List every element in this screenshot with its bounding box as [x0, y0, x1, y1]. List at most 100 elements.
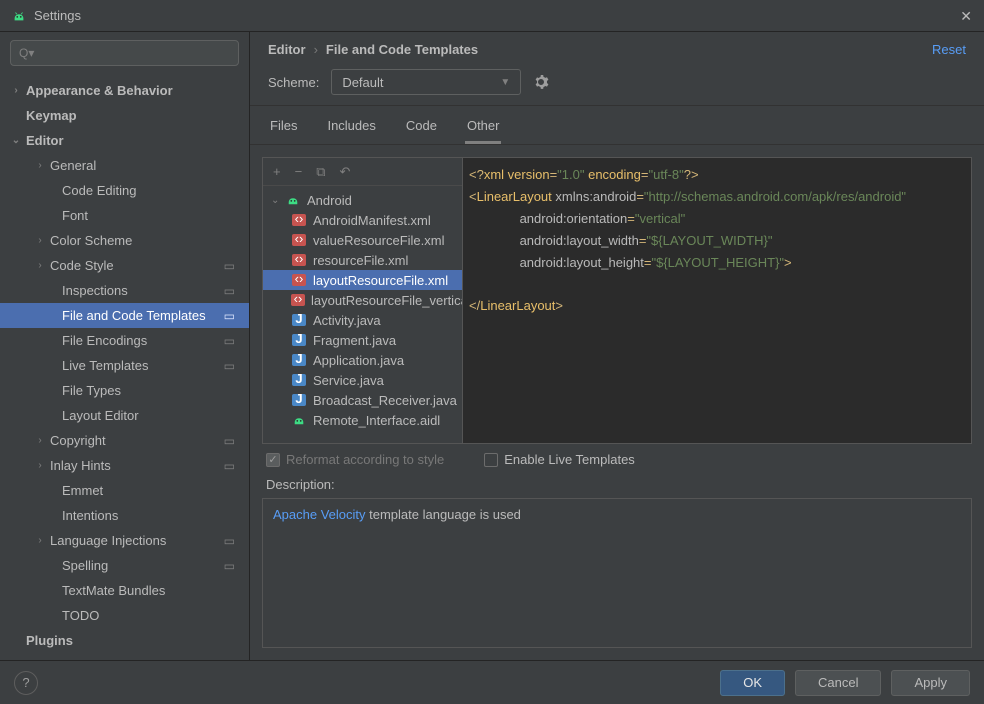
file-item-valueresourcefile-xml[interactable]: ‹›valueResourceFile.xml	[263, 230, 462, 250]
search-input[interactable]: Q▾	[10, 40, 239, 66]
titlebar: Settings ✕	[0, 0, 984, 32]
reformat-label: Reformat according to style	[286, 452, 444, 467]
breadcrumb-a: Editor	[268, 42, 306, 57]
add-icon[interactable]: +	[273, 164, 281, 179]
code-column: <?xml version="1.0" encoding="utf-8"?> <…	[462, 157, 972, 444]
sidebar-item-file-types[interactable]: File Types	[0, 378, 249, 403]
sidebar-item-language-injections[interactable]: ›Language Injections▭	[0, 528, 249, 553]
file-toolbar: + − ⧉ ↶	[263, 158, 462, 186]
livetpl-check[interactable]: Enable Live Templates	[484, 452, 635, 467]
sidebar-item-live-templates[interactable]: Live Templates▭	[0, 353, 249, 378]
search-row: Q▾	[0, 32, 249, 74]
file-item-application-java[interactable]: JApplication.java	[263, 350, 462, 370]
scheme-select[interactable]: Default ▼	[331, 69, 521, 95]
sidebar-item-plugins[interactable]: Plugins	[0, 628, 249, 653]
reset-link[interactable]: Reset	[932, 42, 966, 57]
svg-text:J: J	[295, 374, 302, 386]
file-item-remote-interface-aidl[interactable]: Remote_Interface.aidl	[263, 410, 462, 430]
cancel-button[interactable]: Cancel	[795, 670, 881, 696]
description-label: Description:	[262, 475, 972, 498]
sidebar: Q▾ ›Appearance & Behavior Keymap⌄Editor›…	[0, 32, 250, 660]
sidebar-item-general[interactable]: ›General	[0, 153, 249, 178]
content: Editor › File and Code Templates Reset S…	[250, 32, 984, 660]
close-icon[interactable]: ✕	[960, 8, 972, 25]
scheme-row: Scheme: Default ▼	[250, 63, 984, 106]
tab-other[interactable]: Other	[465, 112, 502, 144]
apply-button[interactable]: Apply	[891, 670, 970, 696]
tab-files[interactable]: Files	[268, 112, 299, 144]
sidebar-item-inspections[interactable]: Inspections▭	[0, 278, 249, 303]
sidebar-item-version-control[interactable]: ›Version Control▭	[0, 653, 249, 660]
sidebar-item-copyright[interactable]: ›Copyright▭	[0, 428, 249, 453]
sidebar-item-inlay-hints[interactable]: ›Inlay Hints▭	[0, 453, 249, 478]
svg-text:‹›: ‹›	[294, 294, 303, 306]
breadcrumb-b: File and Code Templates	[326, 42, 478, 57]
main: Q▾ ›Appearance & Behavior Keymap⌄Editor›…	[0, 32, 984, 660]
file-column: + − ⧉ ↶ ⌄Android‹›AndroidManifest.xml‹›v…	[262, 157, 462, 444]
breadcrumb: Editor › File and Code Templates	[268, 42, 478, 57]
file-item-layoutresourcefile-xml[interactable]: ‹›layoutResourceFile.xml	[263, 270, 462, 290]
scheme-label: Scheme:	[268, 75, 319, 90]
app-icon	[12, 9, 26, 23]
scheme-value: Default	[342, 75, 383, 90]
file-tree-root[interactable]: ⌄Android	[263, 190, 462, 210]
sidebar-item-todo[interactable]: TODO	[0, 603, 249, 628]
description-text: template language is used	[366, 507, 521, 522]
file-item-layoutresourcefile-vertical-xml[interactable]: ‹›layoutResourceFile_vertical.xml	[263, 290, 462, 310]
copy-icon[interactable]: ⧉	[316, 164, 325, 180]
undo-icon[interactable]: ↶	[339, 164, 350, 180]
file-item-broadcast-receiver-java[interactable]: JBroadcast_Receiver.java	[263, 390, 462, 410]
sidebar-item-font[interactable]: Font	[0, 203, 249, 228]
file-tree[interactable]: ⌄Android‹›AndroidManifest.xml‹›valueReso…	[263, 186, 462, 443]
panel: + − ⧉ ↶ ⌄Android‹›AndroidManifest.xml‹›v…	[250, 145, 984, 444]
tab-code[interactable]: Code	[404, 112, 439, 144]
file-item-fragment-java[interactable]: JFragment.java	[263, 330, 462, 350]
file-item-activity-java[interactable]: JActivity.java	[263, 310, 462, 330]
gear-icon[interactable]	[533, 74, 549, 90]
sidebar-item-textmate-bundles[interactable]: TextMate Bundles	[0, 578, 249, 603]
checkbox-icon	[484, 453, 498, 467]
svg-text:‹›: ‹›	[295, 254, 304, 266]
sidebar-item-color-scheme[interactable]: ›Color Scheme	[0, 228, 249, 253]
file-item-androidmanifest-xml[interactable]: ‹›AndroidManifest.xml	[263, 210, 462, 230]
svg-text:‹›: ‹›	[295, 274, 304, 286]
sidebar-item-code-style[interactable]: ›Code Style▭	[0, 253, 249, 278]
file-item-resourcefile-xml[interactable]: ‹›resourceFile.xml	[263, 250, 462, 270]
reformat-check[interactable]: ✓ Reformat according to style	[266, 452, 444, 467]
chevron-down-icon: ▼	[500, 77, 510, 88]
svg-text:J: J	[295, 314, 302, 326]
svg-text:J: J	[295, 394, 302, 406]
header: Editor › File and Code Templates Reset	[250, 32, 984, 63]
bottom-column: ✓ Reformat according to style Enable Liv…	[250, 444, 984, 660]
help-button[interactable]: ?	[14, 671, 38, 695]
checkbox-icon: ✓	[266, 453, 280, 467]
file-item-service-java[interactable]: JService.java	[263, 370, 462, 390]
svg-text:J: J	[295, 354, 302, 366]
sidebar-item-file-encodings[interactable]: File Encodings▭	[0, 328, 249, 353]
breadcrumb-sep: ›	[314, 42, 318, 57]
settings-tree[interactable]: ›Appearance & Behavior Keymap⌄Editor›Gen…	[0, 74, 249, 660]
velocity-link[interactable]: Apache Velocity	[273, 507, 366, 522]
search-icon: Q▾	[19, 46, 34, 60]
remove-icon[interactable]: −	[295, 164, 303, 179]
sidebar-item-editor[interactable]: ⌄Editor	[0, 128, 249, 153]
tabs: Files Includes Code Other	[250, 106, 984, 145]
code-editor[interactable]: <?xml version="1.0" encoding="utf-8"?> <…	[463, 158, 971, 443]
description-box: Apache Velocity template language is use…	[262, 498, 972, 648]
sidebar-item-intentions[interactable]: Intentions	[0, 503, 249, 528]
svg-text:‹›: ‹›	[295, 214, 304, 226]
svg-text:J: J	[295, 334, 302, 346]
checks-row: ✓ Reformat according to style Enable Liv…	[262, 444, 972, 475]
sidebar-item-emmet[interactable]: Emmet	[0, 478, 249, 503]
svg-text:‹›: ‹›	[295, 234, 304, 246]
sidebar-item-keymap[interactable]: Keymap	[0, 103, 249, 128]
sidebar-item-code-editing[interactable]: Code Editing	[0, 178, 249, 203]
sidebar-item-file-and-code-templates[interactable]: File and Code Templates▭	[0, 303, 249, 328]
sidebar-item-spelling[interactable]: Spelling▭	[0, 553, 249, 578]
window-title: Settings	[34, 8, 81, 23]
livetpl-label: Enable Live Templates	[504, 452, 635, 467]
sidebar-item-layout-editor[interactable]: Layout Editor	[0, 403, 249, 428]
ok-button[interactable]: OK	[720, 670, 785, 696]
tab-includes[interactable]: Includes	[325, 112, 377, 144]
sidebar-item-appearance-behavior[interactable]: ›Appearance & Behavior	[0, 78, 249, 103]
